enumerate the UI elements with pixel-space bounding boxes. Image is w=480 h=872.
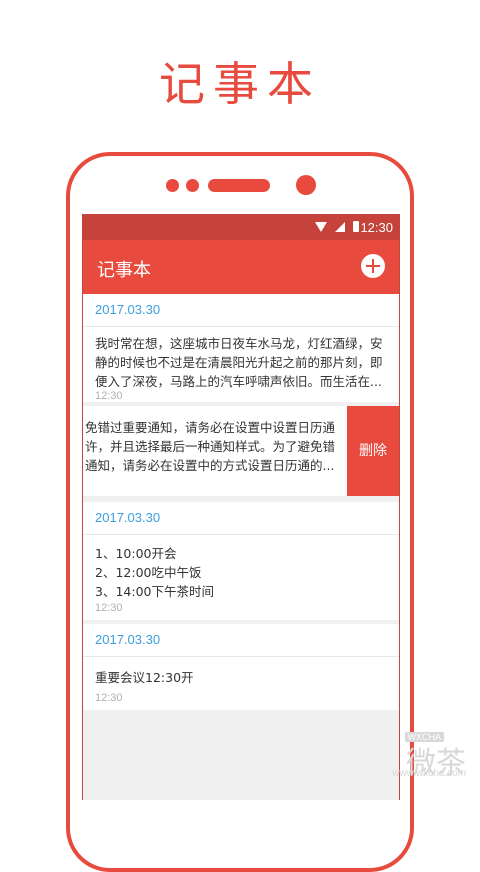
front-camera xyxy=(296,175,316,195)
wifi-icon xyxy=(315,222,327,232)
note-card[interactable]: 2017.03.30 我时常在想，这座城市日夜车水马龙，灯红酒绿，安静的时候也不… xyxy=(83,294,399,402)
speaker-dot xyxy=(166,179,179,192)
battery-icon xyxy=(353,221,359,232)
note-time: 12:30 xyxy=(95,692,123,704)
note-body: 重要会议12:30开 xyxy=(95,670,194,685)
app-bar: 记事本 xyxy=(83,240,399,294)
note-line: 1、10:00开会 xyxy=(95,546,177,561)
phone-screen: 12:30 记事本 2017.03.30 我时常在想，这座城市日夜车水马龙，灯红… xyxy=(82,214,400,800)
note-card-swiped[interactable]: 免错过重要通知，请务必在设置中设置日历通许，并且选择最后一种通知样式。为了避免错… xyxy=(83,406,399,496)
status-time: 12:30 xyxy=(360,220,393,235)
signal-icon xyxy=(335,222,345,232)
watermark-url: www.wxcha.com xyxy=(392,768,466,779)
note-time: 12:30 xyxy=(95,602,123,614)
speaker-grille xyxy=(208,179,270,192)
note-line: 2、12:00吃中午饭 xyxy=(95,565,202,580)
divider xyxy=(83,326,399,327)
divider xyxy=(83,534,399,535)
watermark: 微茶 WXCHA www.wxcha.com xyxy=(392,732,466,782)
app-title: 记事本 xyxy=(97,260,151,281)
note-body: 免错过重要通知，请务必在设置中设置日历通许，并且选择最后一种通知样式。为了避免错… xyxy=(85,420,336,473)
delete-button[interactable]: 删除 xyxy=(347,406,399,496)
status-bar: 12:30 xyxy=(83,214,399,240)
add-note-button[interactable] xyxy=(361,254,385,278)
divider xyxy=(83,656,399,657)
note-card[interactable]: 2017.03.30 1、10:00开会 2、12:00吃中午饭 3、14:00… xyxy=(83,502,399,620)
hero-title: 记事本 xyxy=(159,57,321,111)
note-date: 2017.03.30 xyxy=(95,632,161,647)
watermark-badge: WXCHA xyxy=(404,732,444,742)
note-time: 12:30 xyxy=(95,390,123,402)
note-line: 3、14:00下午茶时间 xyxy=(95,584,214,599)
note-body: 我时常在想，这座城市日夜车水马龙，灯红酒绿，安静的时候也不过是在清晨阳光升起之前… xyxy=(95,336,383,389)
note-date: 2017.03.30 xyxy=(95,302,161,317)
speaker-dot xyxy=(186,179,199,192)
note-list: 1、10:00开会 2、12:00吃中午饭 3、14:00下午茶时间 xyxy=(95,544,383,601)
note-date: 2017.03.30 xyxy=(95,510,161,525)
note-card[interactable]: 2017.03.30 重要会议12:30开 12:30 xyxy=(83,624,399,710)
